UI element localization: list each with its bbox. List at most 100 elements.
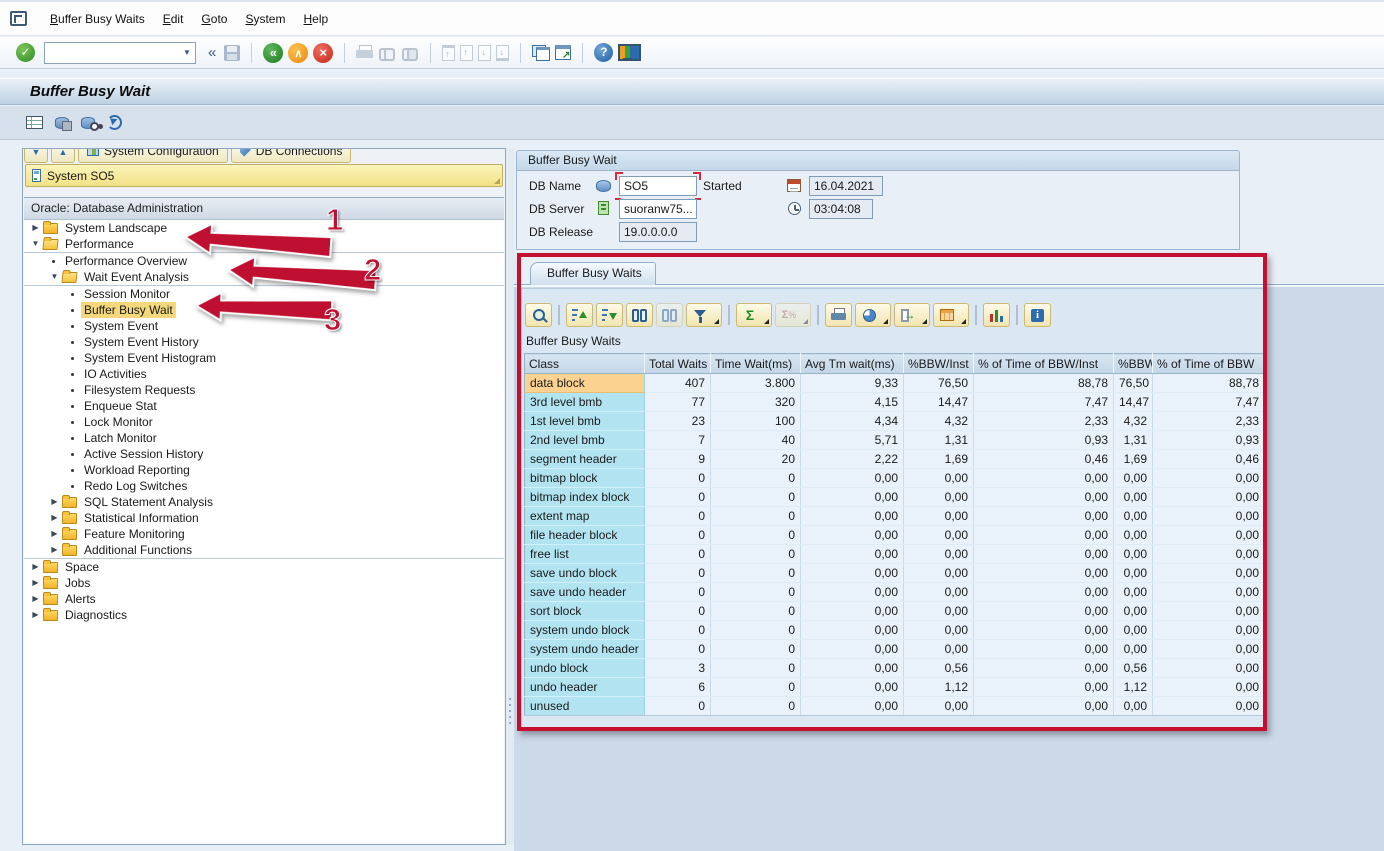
value-cell[interactable]: 0,00 [801,507,904,526]
column-header-of-time-of-bbw[interactable]: % of Time of BBW [1153,354,1265,374]
dropdown-arrow-icon[interactable] [922,319,927,324]
scroll-up-button[interactable] [51,149,75,163]
command-field[interactable] [45,44,179,62]
class-cell[interactable]: bitmap index block [525,488,645,507]
class-cell[interactable]: unused [525,697,645,716]
scroll-down-button[interactable] [24,149,48,163]
help-button[interactable] [594,43,613,62]
export-button[interactable] [894,303,930,327]
value-cell[interactable]: 7,47 [1153,393,1265,412]
value-cell[interactable]: 4,32 [904,412,974,431]
tree-item-statistical-information[interactable]: Statistical Information [24,510,504,526]
filter-button[interactable] [686,303,722,327]
value-cell[interactable]: 0,00 [974,564,1114,583]
value-cell[interactable]: 1,69 [1114,450,1153,469]
class-cell[interactable]: 3rd level bmb [525,393,645,412]
value-cell[interactable]: 0,00 [974,621,1114,640]
value-cell[interactable]: 0,00 [801,621,904,640]
value-cell[interactable]: 0 [645,507,711,526]
value-cell[interactable]: 0,00 [1114,469,1153,488]
tree-item-diagnostics[interactable]: Diagnostics [24,607,504,623]
db-name-field[interactable]: SO5 [619,176,697,196]
value-cell[interactable]: 77 [645,393,711,412]
value-cell[interactable]: 0 [645,564,711,583]
value-cell[interactable]: 0,00 [801,469,904,488]
class-cell[interactable]: 1st level bmb [525,412,645,431]
tree-item-filesystem-requests[interactable]: Filesystem Requests [24,382,504,398]
value-cell[interactable]: 2,33 [974,412,1114,431]
value-cell[interactable]: 0,00 [1153,621,1265,640]
value-cell[interactable]: 0,00 [801,488,904,507]
value-cell[interactable]: 0,00 [1114,488,1153,507]
value-cell[interactable]: 9 [645,450,711,469]
tree-item-additional-functions[interactable]: Additional Functions [24,542,504,558]
tree-item-system-event-histogram[interactable]: System Event Histogram [24,350,504,366]
value-cell[interactable]: 0,00 [1153,526,1265,545]
find-next-icon[interactable] [401,46,419,60]
last-page-button[interactable]: ↓ [496,45,509,61]
value-cell[interactable]: 0 [711,621,801,640]
value-cell[interactable]: 0,56 [1114,659,1153,678]
calendar-icon[interactable] [787,179,801,192]
value-cell[interactable]: 0,00 [801,678,904,697]
value-cell[interactable]: 3 [645,659,711,678]
started-date-field[interactable]: 16.04.2021 [809,176,883,196]
create-shortcut-button[interactable] [555,45,571,60]
collapse-toolbar-button[interactable] [205,44,219,61]
expand-arrow-icon[interactable] [49,526,60,542]
value-cell[interactable]: 76,50 [904,374,974,393]
collapse-arrow-icon[interactable] [49,269,60,285]
value-cell[interactable]: 0,00 [904,697,974,716]
value-cell[interactable]: 0 [711,659,801,678]
value-cell[interactable]: 2,33 [1153,412,1265,431]
value-cell[interactable]: 0,00 [904,545,974,564]
value-cell[interactable]: 4,32 [1114,412,1153,431]
value-cell[interactable]: 0,00 [801,526,904,545]
value-cell[interactable]: 0,00 [904,621,974,640]
value-cell[interactable]: 0 [645,583,711,602]
value-cell[interactable]: 320 [711,393,801,412]
class-cell[interactable]: sort block [525,602,645,621]
tree-item-active-session-history[interactable]: Active Session History [24,446,504,462]
value-cell[interactable]: 23 [645,412,711,431]
print-icon[interactable] [356,45,373,60]
new-session-button[interactable] [532,45,550,61]
print-button[interactable] [825,303,852,327]
class-cell[interactable]: save undo header [525,583,645,602]
value-cell[interactable]: 9,33 [801,374,904,393]
tree-item-enqueue-stat[interactable]: Enqueue Stat [24,398,504,414]
value-cell[interactable]: 0 [711,678,801,697]
menu-item-goto[interactable]: Goto [192,9,236,29]
value-cell[interactable]: 0,00 [801,564,904,583]
value-cell[interactable]: 0,00 [974,545,1114,564]
back-button[interactable] [263,43,283,63]
clock-icon[interactable] [788,202,801,215]
expand-arrow-icon[interactable] [30,607,41,623]
value-cell[interactable]: 3.800 [711,374,801,393]
system-menu-icon[interactable] [10,11,27,26]
layout-button[interactable] [933,303,969,327]
expand-arrow-icon[interactable] [49,542,60,558]
value-cell[interactable]: 0,00 [974,469,1114,488]
value-cell[interactable]: 0,00 [904,507,974,526]
column-header-total-waits[interactable]: Total Waits [645,354,711,374]
value-cell[interactable]: 0 [645,545,711,564]
value-cell[interactable]: 0,00 [904,602,974,621]
value-cell[interactable]: 0,00 [1114,583,1153,602]
tree-item-latch-monitor[interactable]: Latch Monitor [24,430,504,446]
value-cell[interactable]: 7,47 [974,393,1114,412]
column-header-bbw[interactable]: %BBW [1114,354,1153,374]
tree-item-buffer-busy-wait[interactable]: Buffer Busy Wait [24,302,504,318]
tree-item-jobs[interactable]: Jobs [24,575,504,591]
column-header-bbw-inst[interactable]: %BBW/Inst [904,354,974,374]
value-cell[interactable]: 4,15 [801,393,904,412]
tree-item-system-landscape[interactable]: System Landscape [24,220,504,236]
value-cell[interactable]: 14,47 [904,393,974,412]
value-cell[interactable]: 0,46 [974,450,1114,469]
find-icon[interactable] [378,46,396,60]
class-cell[interactable]: undo header [525,678,645,697]
value-cell[interactable]: 0,00 [974,659,1114,678]
database-save-icon[interactable] [55,117,69,129]
top-tab-db-connections[interactable]: DB Connections [231,149,352,163]
class-cell[interactable]: 2nd level bmb [525,431,645,450]
